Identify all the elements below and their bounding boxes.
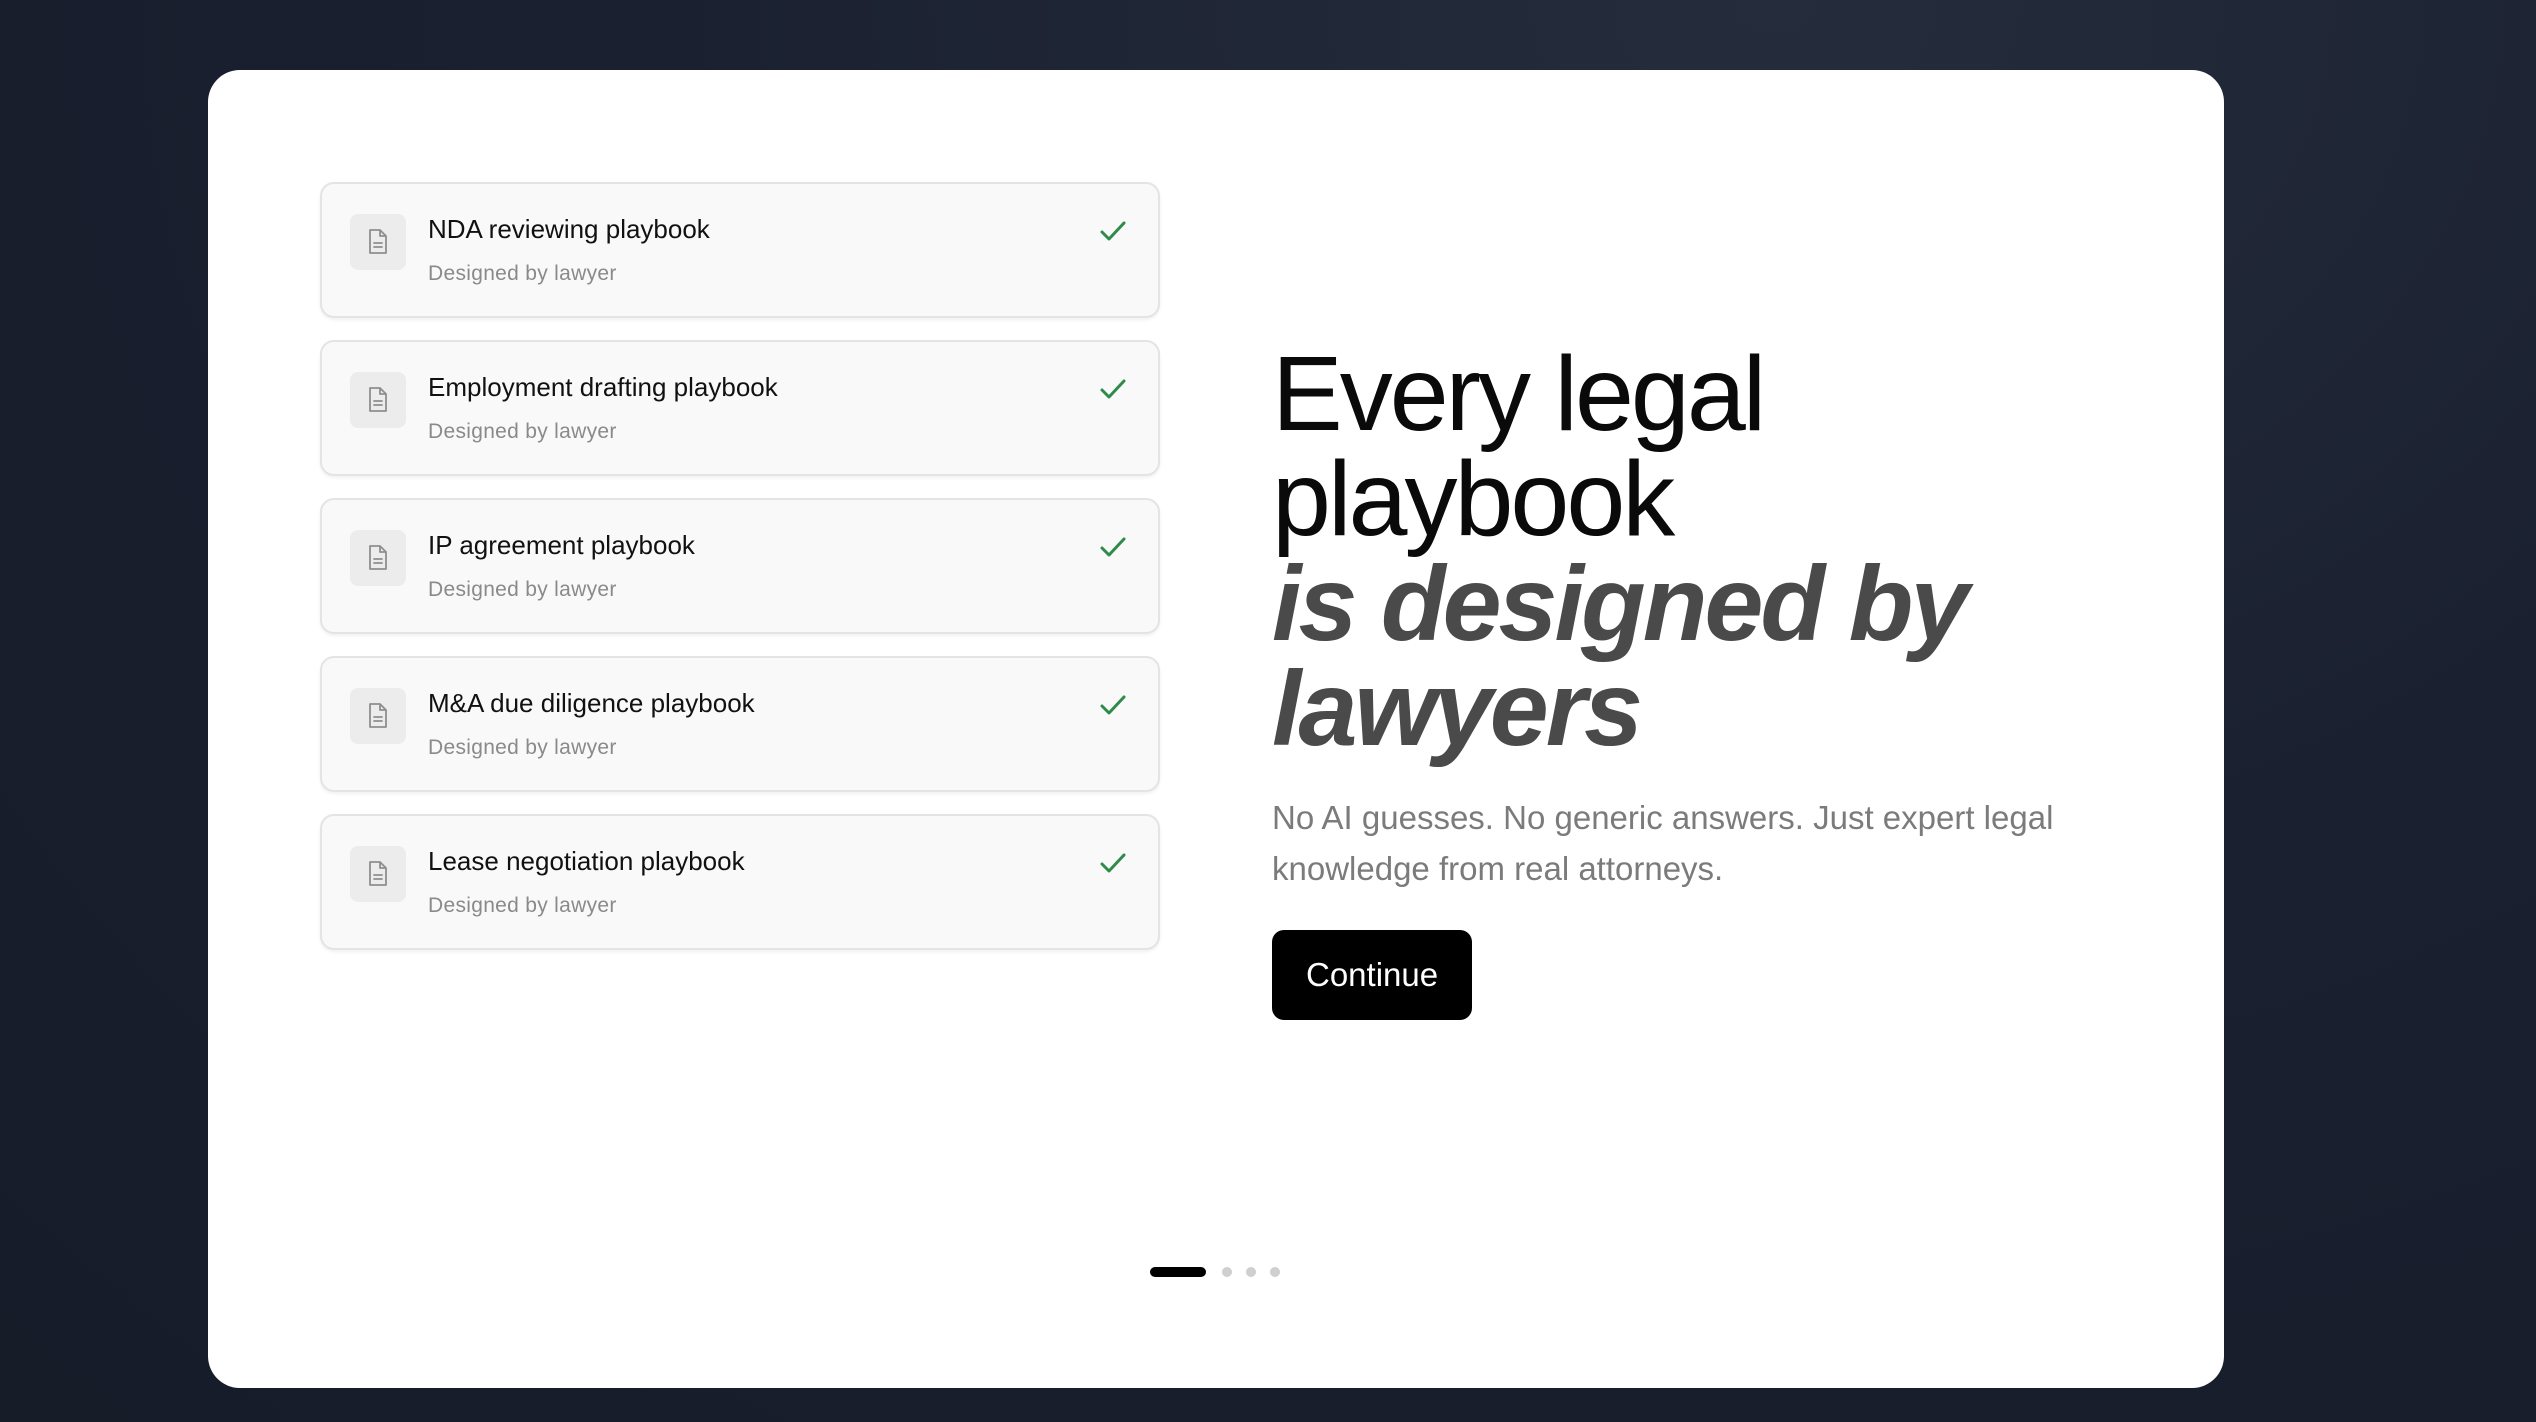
playbook-card: Lease negotiation playbook Designed by l… — [320, 814, 1160, 950]
hero-headline: Every legal playbook is designed by lawy… — [1272, 335, 2132, 768]
check-icon — [1100, 853, 1126, 873]
document-icon — [350, 214, 406, 270]
playbook-card: M&A due diligence playbook Designed by l… — [320, 656, 1160, 792]
page-dot[interactable] — [1270, 1267, 1280, 1277]
onboarding-modal: NDA reviewing playbook Designed by lawye… — [208, 70, 2224, 1388]
playbook-subtitle: Designed by lawyer — [428, 262, 617, 285]
playbook-card: NDA reviewing playbook Designed by lawye… — [320, 182, 1160, 318]
hero-section: Every legal playbook is designed by lawy… — [1272, 335, 2132, 1020]
page-dot-active[interactable] — [1150, 1267, 1206, 1277]
check-icon — [1100, 537, 1126, 557]
hero-subtext: No AI guesses. No generic answers. Just … — [1272, 799, 2054, 887]
headline-emphasis: is designed by lawyers — [1272, 545, 1969, 768]
playbook-title: M&A due diligence playbook — [428, 688, 755, 718]
playbook-subtitle: Designed by lawyer — [428, 894, 617, 917]
playbook-subtitle: Designed by lawyer — [428, 578, 617, 601]
continue-button[interactable]: Continue — [1272, 930, 1473, 1020]
playbook-subtitle: Designed by lawyer — [428, 736, 617, 759]
playbook-list: NDA reviewing playbook Designed by lawye… — [320, 182, 1160, 972]
check-icon — [1100, 379, 1126, 399]
playbook-card: Employment drafting playbook Designed by… — [320, 340, 1160, 476]
document-icon — [350, 372, 406, 428]
playbook-subtitle: Designed by lawyer — [428, 420, 617, 443]
document-icon — [350, 846, 406, 902]
playbook-title: Lease negotiation playbook — [428, 846, 745, 876]
page-dot[interactable] — [1222, 1267, 1232, 1277]
check-icon — [1100, 695, 1126, 715]
playbook-title: IP agreement playbook — [428, 530, 695, 560]
playbook-title: Employment drafting playbook — [428, 372, 778, 402]
playbook-title: NDA reviewing playbook — [428, 214, 710, 244]
check-icon — [1100, 221, 1126, 241]
headline-line-2: playbook — [1272, 440, 1675, 558]
headline-line-1: Every legal — [1272, 335, 1766, 453]
playbook-card: IP agreement playbook Designed by lawyer — [320, 498, 1160, 634]
pagination-dots — [1150, 1266, 1294, 1278]
document-icon — [350, 530, 406, 586]
document-icon — [350, 688, 406, 744]
page-dot[interactable] — [1246, 1267, 1256, 1277]
